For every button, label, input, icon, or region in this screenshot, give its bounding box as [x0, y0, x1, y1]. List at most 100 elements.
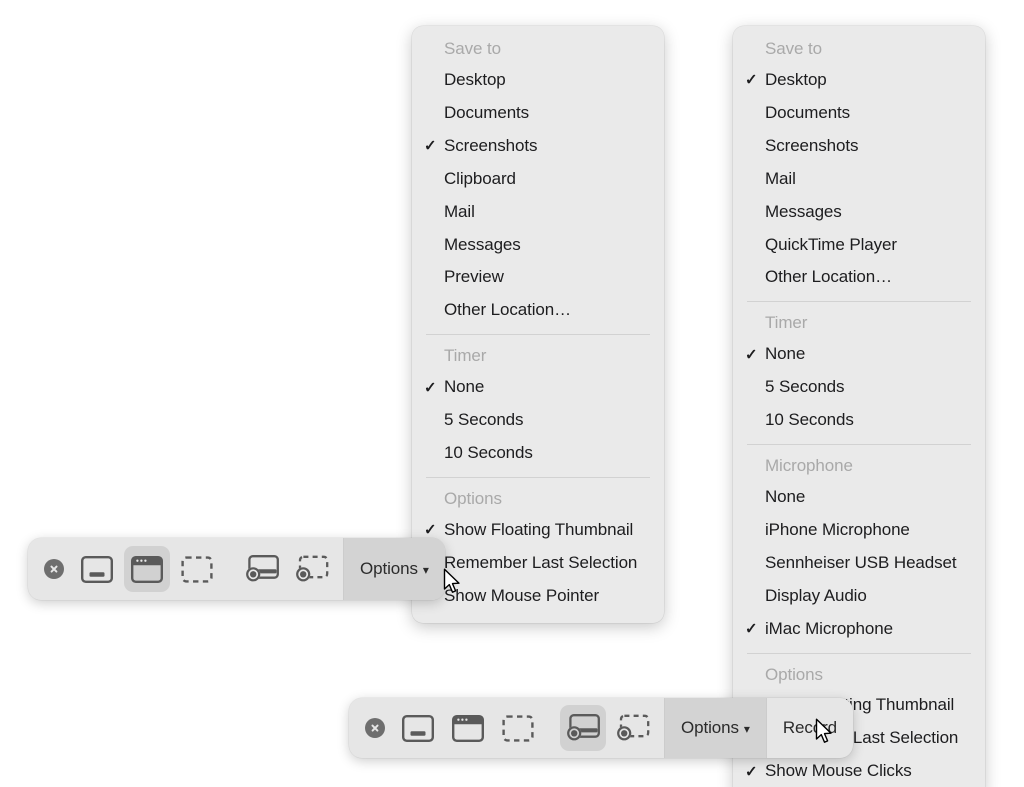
menu-item-label: None	[765, 486, 806, 506]
checkmark-icon: ✓	[424, 379, 437, 397]
record-menu-item[interactable]: ✓ None	[733, 338, 985, 371]
screenshot-menu-item[interactable]: Clipboard	[412, 163, 664, 196]
menu-section-title: Options	[444, 489, 502, 508]
record-menu-item[interactable]: QuickTime Player	[733, 229, 985, 262]
menu-item-label: QuickTime Player	[765, 234, 897, 254]
menu-item-label: 5 Seconds	[444, 410, 524, 430]
menu-section-title: Timer	[444, 346, 487, 366]
menu-item-label: Show Mouse Pointer	[444, 585, 600, 605]
screenshot-menu-item[interactable]: ✓ Show Floating Thumbnail	[412, 514, 664, 547]
screenshot-options-menu[interactable]: Save to Desktop Documents ✓ Screenshots Clipb…	[412, 26, 664, 623]
menu-item-label: Screenshots	[444, 135, 538, 155]
capture-selected-portion-icon[interactable]	[495, 705, 541, 751]
menu-item-label: Show Floating Thumbnail	[444, 519, 634, 539]
screenshot-menu-item[interactable]: ✓Remember Last Selection	[412, 547, 664, 580]
menu-item-label: iMac Microphone	[765, 618, 893, 638]
menu-item-label: Sennheiser USB Headset	[765, 552, 957, 572]
record-options-label: Options	[681, 718, 739, 737]
record-menu-item[interactable]: 5 Seconds	[733, 371, 985, 404]
record-entire-screen-icon[interactable]	[239, 546, 285, 592]
screenshot-menu-item[interactable]: 5 Seconds	[412, 404, 664, 437]
menu-item-label: None	[444, 377, 485, 397]
checkmark-icon: ✓	[745, 620, 758, 638]
record-menu-item[interactable]: Messages	[733, 196, 985, 229]
screenshot-menu-item[interactable]: ✓Show Mouse Pointer	[412, 580, 664, 613]
record-entire-screen-icon[interactable]	[560, 705, 606, 751]
menu-item-label: Messages	[765, 201, 842, 221]
record-button-label: Record	[782, 718, 838, 737]
capture-selected-window-icon[interactable]	[124, 546, 170, 592]
menu-section-title: Save to	[765, 39, 822, 58]
screenshot-menu-item[interactable]: 10 Seconds	[412, 437, 664, 470]
checkmark-icon: ✓	[424, 521, 437, 539]
record-menu-item[interactable]: Screenshots	[733, 130, 985, 163]
menu-item-label: Other Location…	[765, 267, 893, 287]
record-menu-item[interactable]: Documents	[733, 97, 985, 130]
screenshot-menu-item[interactable]: ✓ None	[412, 371, 664, 404]
screenshot-menu-item[interactable]: Preview	[412, 261, 664, 294]
screenshot-menu-item[interactable]: Other Location…	[412, 294, 664, 327]
checkmark-icon: ✓	[424, 137, 437, 155]
chevron-down-icon: ▾	[743, 722, 750, 736]
menu-item-label: Other Location…	[444, 300, 572, 320]
menu-item-label: Clipboard	[444, 168, 516, 188]
menu-item-label: Mail	[444, 201, 475, 221]
menu-divider	[426, 477, 650, 478]
menu-item-label: 10 Seconds	[765, 410, 854, 430]
checkmark-icon: ✓	[745, 71, 758, 89]
record-menu-item[interactable]: ✓ Show Mouse Clicks	[733, 755, 985, 787]
menu-section-title: Timer	[765, 313, 808, 333]
menu-divider	[747, 652, 971, 654]
record-menu-item[interactable]: iPhone Microphone	[733, 514, 985, 547]
record-menu-item[interactable]: ✓ iMac Microphone	[733, 613, 985, 646]
capture-entire-screen-icon[interactable]	[74, 546, 120, 592]
record-menu-item[interactable]: ✓ Desktop	[733, 64, 985, 97]
checkmark-icon: ✓	[745, 346, 758, 364]
record-menu-item[interactable]: Display Audio	[733, 580, 985, 613]
menu-divider	[747, 444, 971, 446]
record-options-button[interactable]: Options ▾	[665, 698, 766, 758]
record-button[interactable]: Record	[767, 698, 853, 758]
record-menu-item[interactable]: Other Location…	[733, 261, 985, 294]
record-menu-item[interactable]: Sennheiser USB Headset	[733, 547, 985, 580]
menu-item-label: Remember Last Selection	[444, 552, 638, 572]
menu-item-label: Screenshots	[765, 135, 859, 155]
capture-entire-screen-icon[interactable]	[395, 705, 441, 751]
menu-item-label: Documents	[444, 102, 530, 122]
close-circle-icon[interactable]	[44, 559, 64, 579]
menu-item-label: None	[765, 344, 806, 364]
menu-item-label: Mail	[765, 168, 796, 188]
record-toolbar[interactable]: Options ▾ Record	[349, 698, 854, 758]
record-menu-item[interactable]: None	[733, 481, 985, 514]
screenshot-menu-item[interactable]: Mail	[412, 196, 664, 229]
menu-item-label: Desktop	[765, 69, 827, 89]
screenshot-toolbar[interactable]: Options ▾	[28, 538, 445, 600]
screen: Save to Desktop Documents ✓ Screenshots Clipb…	[0, 0, 1024, 787]
screenshot-menu-item[interactable]: Desktop	[412, 64, 664, 97]
screenshot-menu-item[interactable]: Documents	[412, 97, 664, 130]
screenshot-options-button[interactable]: Options ▾	[344, 538, 445, 600]
checkmark-icon: ✓	[745, 763, 758, 781]
record-options-menu[interactable]: Save to ✓ Desktop Documents Screenshots Mail M…	[733, 26, 985, 787]
menu-item-label: Desktop	[444, 69, 506, 89]
menu-divider	[747, 301, 971, 303]
record-toolbar-tools	[349, 698, 664, 758]
menu-item-label: iPhone Microphone	[765, 519, 910, 539]
menu-item-label: Messages	[444, 234, 521, 254]
menu-section-title: Options	[765, 664, 823, 684]
screenshot-menu-item[interactable]: Messages	[412, 229, 664, 262]
close-circle-icon[interactable]	[365, 718, 385, 738]
record-menu-item[interactable]: Mail	[733, 163, 985, 196]
record-selected-portion-icon[interactable]	[289, 546, 335, 592]
capture-selected-window-icon[interactable]	[445, 705, 491, 751]
screenshot-options-label: Options	[360, 559, 418, 578]
menu-item-label: Display Audio	[765, 585, 867, 605]
menu-item-label: Preview	[444, 267, 504, 287]
menu-item-label: 5 Seconds	[765, 377, 845, 397]
record-selected-portion-icon[interactable]	[610, 705, 656, 751]
record-menu-item[interactable]: 10 Seconds	[733, 404, 985, 437]
menu-item-label: Show Mouse Clicks	[765, 761, 912, 781]
menu-item-label: Documents	[765, 102, 851, 122]
screenshot-menu-item[interactable]: ✓ Screenshots	[412, 130, 664, 163]
capture-selected-portion-icon[interactable]	[174, 546, 220, 592]
